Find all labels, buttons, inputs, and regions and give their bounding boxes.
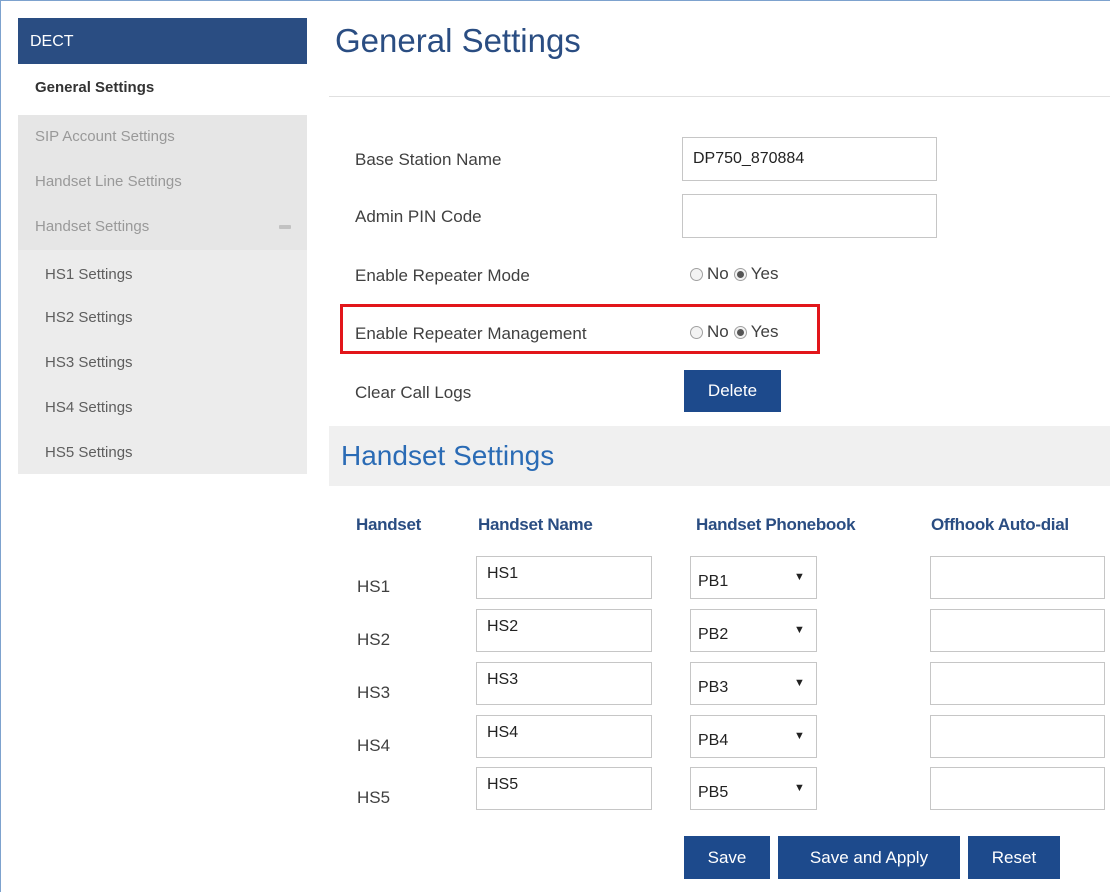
offhook-autodial-input[interactable]: [930, 662, 1105, 705]
phonebook-select[interactable]: PB3 ▼: [690, 662, 817, 705]
sidebar-item-sip-account-settings[interactable]: SIP Account Settings: [18, 115, 307, 160]
phonebook-select-value: PB4: [698, 732, 729, 749]
clear-call-logs-label: Clear Call Logs: [355, 383, 472, 402]
offhook-autodial-input[interactable]: [930, 556, 1105, 599]
phonebook-select[interactable]: PB1 ▼: [690, 556, 817, 599]
highlight-annotation-box: [340, 304, 820, 354]
caret-down-icon: ▼: [794, 624, 805, 636]
phonebook-select[interactable]: PB2 ▼: [690, 609, 817, 652]
sidebar-item-handset-line-settings[interactable]: Handset Line Settings: [18, 160, 307, 205]
table-row-handset-label: HS3: [357, 683, 391, 702]
save-and-apply-button[interactable]: Save and Apply: [778, 836, 960, 879]
radio-label-yes: Yes: [750, 264, 779, 283]
sidebar-item-label: Handset Settings: [35, 218, 150, 235]
sidebar-item-hs3-settings[interactable]: HS3 Settings: [18, 339, 307, 384]
sidebar-subgroup: HS1 Settings HS2 Settings HS3 Settings H…: [18, 250, 307, 474]
repeater-mode-radio-group: No Yes: [690, 264, 783, 284]
minus-icon[interactable]: [279, 225, 291, 229]
admin-pin-label: Admin PIN Code: [355, 207, 482, 226]
admin-pin-input[interactable]: [682, 194, 937, 238]
handset-name-input[interactable]: [476, 715, 652, 758]
sidebar-item-hs4-settings[interactable]: HS4 Settings: [18, 384, 307, 429]
handset-name-input[interactable]: [476, 662, 652, 705]
offhook-autodial-input[interactable]: [930, 609, 1105, 652]
table-row-handset-label: HS5: [357, 788, 391, 807]
phonebook-select-value: PB1: [698, 573, 729, 590]
caret-down-icon: ▼: [794, 677, 805, 689]
save-button[interactable]: Save: [684, 836, 770, 879]
sidebar-item-hs5-settings[interactable]: HS5 Settings: [18, 429, 307, 474]
table-row-handset-label: HS2: [357, 630, 391, 649]
column-header-offhook-auto-dial: Offhook Auto-dial: [931, 515, 1069, 534]
sidebar-item-hs1-settings[interactable]: HS1 Settings: [18, 250, 307, 294]
handset-name-input[interactable]: [476, 609, 652, 652]
sidebar-item-hs2-settings[interactable]: HS2 Settings: [18, 294, 307, 339]
phonebook-select-value: PB3: [698, 679, 729, 696]
window-border-left: [0, 0, 1, 892]
phonebook-select-value: PB2: [698, 626, 729, 643]
reset-button[interactable]: Reset: [968, 836, 1060, 879]
caret-down-icon: ▼: [794, 782, 805, 794]
repeater-mode-yes-radio[interactable]: [733, 267, 747, 281]
sidebar-header-dect[interactable]: DECT: [18, 18, 307, 64]
column-header-handset-name: Handset Name: [478, 515, 593, 534]
offhook-autodial-input[interactable]: [930, 715, 1105, 758]
column-header-handset: Handset: [356, 515, 421, 534]
caret-down-icon: ▼: [794, 730, 805, 742]
page-title: General Settings: [335, 22, 581, 59]
caret-down-icon: ▼: [794, 571, 805, 583]
sidebar-item-general-settings[interactable]: General Settings: [18, 64, 307, 115]
phonebook-select-value: PB5: [698, 784, 729, 801]
window-border-top: [0, 0, 1110, 1]
handset-section-title: Handset Settings: [341, 440, 555, 471]
base-station-name-label: Base Station Name: [355, 150, 502, 169]
base-station-name-input[interactable]: [682, 137, 937, 181]
title-divider: [329, 96, 1110, 97]
sidebar: DECT General Settings SIP Account Settin…: [18, 18, 307, 474]
table-row-handset-label: HS4: [357, 736, 391, 755]
handset-name-input[interactable]: [476, 556, 652, 599]
phonebook-select[interactable]: PB5 ▼: [690, 767, 817, 810]
repeater-mode-no-radio[interactable]: [690, 267, 703, 281]
handset-name-input[interactable]: [476, 767, 652, 810]
sidebar-item-handset-settings[interactable]: Handset Settings: [18, 205, 307, 250]
radio-label-no: No: [707, 264, 729, 283]
offhook-autodial-input[interactable]: [930, 767, 1105, 810]
delete-button[interactable]: Delete: [684, 370, 781, 412]
sidebar-group: SIP Account Settings Handset Line Settin…: [18, 115, 307, 250]
table-row-handset-label: HS1: [357, 577, 391, 596]
phonebook-select[interactable]: PB4 ▼: [690, 715, 817, 758]
column-header-handset-phonebook: Handset Phonebook: [696, 515, 856, 534]
repeater-mode-label: Enable Repeater Mode: [355, 266, 530, 285]
